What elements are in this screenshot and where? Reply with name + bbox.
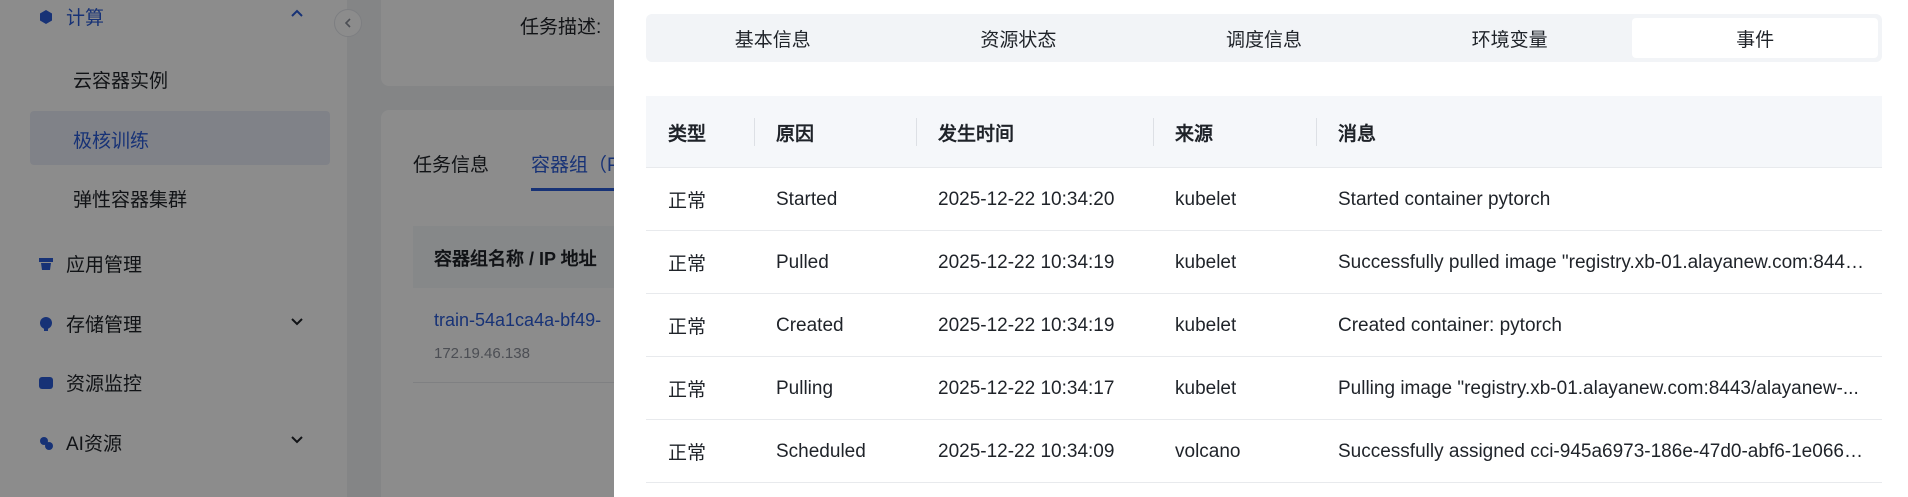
event-reason: Created bbox=[776, 314, 844, 336]
column-divider bbox=[754, 118, 755, 146]
event-type: 正常 bbox=[668, 317, 707, 338]
event-reason: Pulled bbox=[776, 251, 829, 273]
event-type: 正常 bbox=[668, 443, 707, 464]
table-row: 正常 Created 2025-12-22 10:34:19 kubelet C… bbox=[646, 294, 1882, 357]
column-header-type: 类型 bbox=[668, 123, 707, 145]
event-source: kubelet bbox=[1175, 188, 1237, 210]
column-header-reason: 原因 bbox=[776, 123, 815, 145]
column-divider bbox=[1153, 118, 1154, 146]
table-row: 正常 Started 2025-12-22 10:34:20 kubelet S… bbox=[646, 168, 1882, 231]
event-time: 2025-12-22 10:34:19 bbox=[938, 251, 1115, 273]
column-divider bbox=[916, 118, 917, 146]
event-type: 正常 bbox=[668, 254, 707, 275]
event-message: Successfully assigned cci-945a6973-186e-… bbox=[1338, 420, 1868, 483]
event-message: Started container pytorch bbox=[1338, 168, 1868, 231]
event-reason: Scheduled bbox=[776, 440, 866, 462]
events-table: 类型 原因 发生时间 来源 消息 正常 Started 2025-12-22 1… bbox=[646, 96, 1882, 483]
events-table-header: 类型 原因 发生时间 来源 消息 bbox=[646, 96, 1882, 168]
drawer-tabs: 基本信息 资源状态 调度信息 环境变量 事件 bbox=[646, 14, 1882, 62]
event-source: kubelet bbox=[1175, 251, 1237, 273]
event-type: 正常 bbox=[668, 191, 707, 212]
event-message: Pulling image "registry.xb-01.alayanew.c… bbox=[1338, 357, 1868, 420]
pod-detail-drawer: 基本信息 资源状态 调度信息 环境变量 事件 类型 原因 发生时间 来源 消息 … bbox=[614, 0, 1908, 497]
column-header-message: 消息 bbox=[1338, 123, 1377, 145]
table-row: 正常 Pulled 2025-12-22 10:34:19 kubelet Su… bbox=[646, 231, 1882, 294]
tab-resource-status[interactable]: 资源状态 bbox=[896, 18, 1142, 58]
event-time: 2025-12-22 10:34:20 bbox=[938, 188, 1115, 210]
event-message-text: Successfully assigned cci-945a6973-186e-… bbox=[1338, 440, 1868, 462]
event-message-text: Started container pytorch bbox=[1338, 188, 1551, 210]
column-header-source: 来源 bbox=[1175, 123, 1214, 145]
event-time: 2025-12-22 10:34:09 bbox=[938, 440, 1115, 462]
event-type: 正常 bbox=[668, 380, 707, 401]
event-message: Created container: pytorch bbox=[1338, 294, 1868, 357]
event-reason: Pulling bbox=[776, 377, 834, 399]
event-time: 2025-12-22 10:34:19 bbox=[938, 314, 1115, 336]
event-source: kubelet bbox=[1175, 314, 1237, 336]
event-source: kubelet bbox=[1175, 377, 1237, 399]
tab-env-vars[interactable]: 环境变量 bbox=[1387, 18, 1633, 58]
event-time: 2025-12-22 10:34:17 bbox=[938, 377, 1115, 399]
event-message-text: Successfully pulled image "registry.xb-0… bbox=[1338, 251, 1868, 273]
column-header-time: 发生时间 bbox=[938, 123, 1015, 145]
event-source: volcano bbox=[1175, 440, 1241, 462]
tab-scheduling-info[interactable]: 调度信息 bbox=[1141, 18, 1387, 58]
column-divider bbox=[1316, 118, 1317, 146]
table-row: 正常 Scheduled 2025-12-22 10:34:09 volcano… bbox=[646, 420, 1882, 483]
event-message: Successfully pulled image "registry.xb-0… bbox=[1338, 231, 1868, 294]
event-message-text: Pulling image "registry.xb-01.alayanew.c… bbox=[1338, 377, 1859, 399]
event-message-text: Created container: pytorch bbox=[1338, 314, 1562, 336]
tab-basic-info[interactable]: 基本信息 bbox=[650, 18, 896, 58]
tab-events[interactable]: 事件 bbox=[1632, 18, 1878, 58]
table-row: 正常 Pulling 2025-12-22 10:34:17 kubelet P… bbox=[646, 357, 1882, 420]
event-reason: Started bbox=[776, 188, 838, 210]
